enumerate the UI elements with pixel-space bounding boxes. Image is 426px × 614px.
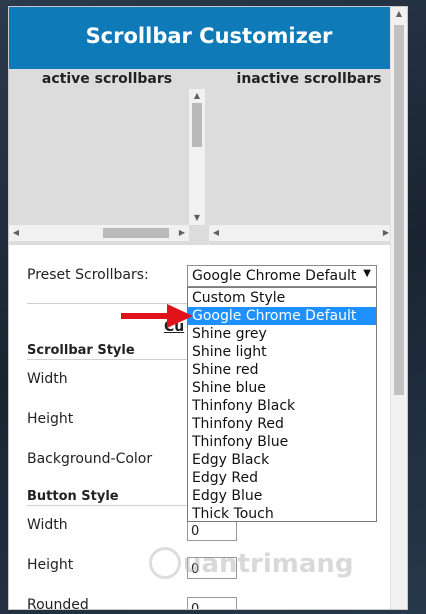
button-rounded-label: Rounded [27, 597, 89, 610]
scrollbar-bg-color-label: Background-Color [27, 451, 153, 467]
popup-vertical-scrollbar[interactable]: ▲ [390, 7, 407, 609]
divider [27, 359, 187, 360]
scroll-up-arrow-icon[interactable]: ▲ [189, 89, 205, 103]
horizontal-scroll-thumb[interactable] [103, 228, 169, 238]
divider [27, 505, 187, 506]
dropdown-option[interactable]: Edgy Blue [188, 487, 376, 505]
header-bar: Scrollbar Customizer [9, 7, 407, 69]
button-style-heading: Button Style [27, 489, 119, 504]
active-horizontal-scrollbar[interactable]: ◀ ▶ [9, 225, 189, 241]
dropdown-option[interactable]: Shine light [188, 343, 376, 361]
dropdown-option[interactable]: Shine red [188, 361, 376, 379]
scroll-left-arrow-icon[interactable]: ◀ [9, 225, 23, 241]
dropdown-option[interactable]: Edgy Black [188, 451, 376, 469]
button-width-label: Width [27, 517, 68, 533]
button-rounded-input[interactable]: 0 [187, 597, 237, 609]
red-pointer-arrow-icon [121, 304, 193, 328]
watermark-logo-icon [149, 547, 181, 579]
scroll-left-arrow-icon[interactable]: ◀ [209, 225, 223, 241]
dropdown-option[interactable]: Thick Touch [188, 505, 376, 523]
dropdown-option[interactable]: Shine grey [188, 325, 376, 343]
active-pane-title: active scrollbars [41, 71, 173, 87]
inactive-horizontal-scrollbar[interactable]: ◀ ▶ [209, 225, 393, 241]
preset-select[interactable]: Google Chrome Default ▼ [187, 265, 377, 287]
dropdown-option[interactable]: Shine blue [188, 379, 376, 397]
chevron-down-icon: ▼ [363, 268, 371, 279]
scroll-up-arrow-icon[interactable]: ▲ [391, 7, 407, 21]
inactive-pane-title: inactive scrollbars [236, 71, 382, 87]
vertical-scroll-thumb[interactable] [192, 103, 202, 147]
inactive-scrollbars-pane: inactive scrollbars ▲ ▼ ◀ ▶ [209, 69, 407, 245]
preset-select-value: Google Chrome Default [192, 268, 357, 284]
scrollbar-style-heading: Scrollbar Style [27, 343, 135, 358]
dropdown-option[interactable]: Thinfony Black [188, 397, 376, 415]
dropdown-option[interactable]: Custom Style [188, 289, 376, 307]
dropdown-option[interactable]: Edgy Red [188, 469, 376, 487]
watermark-text: uantrimang [183, 549, 354, 579]
preset-dropdown-list[interactable]: Custom Style Google Chrome Default Shine… [187, 287, 377, 522]
scrollbar-width-label: Width [27, 371, 68, 387]
dropdown-option-selected[interactable]: Google Chrome Default [188, 307, 376, 325]
scroll-corner [189, 225, 205, 241]
scroll-right-arrow-icon[interactable]: ▶ [175, 225, 189, 241]
active-vertical-scrollbar[interactable]: ▲ ▼ [189, 89, 205, 225]
button-height-label: Height [27, 557, 74, 573]
popup-scroll-thumb[interactable] [394, 25, 404, 395]
active-scrollbars-pane: active scrollbars ▲ ▼ ◀ ▶ [9, 69, 205, 245]
scrollbar-preview: active scrollbars ▲ ▼ ◀ ▶ inactive scrol… [9, 69, 407, 245]
dropdown-option[interactable]: Thinfony Blue [188, 433, 376, 451]
dropdown-option[interactable]: Thinfony Red [188, 415, 376, 433]
page-title: Scrollbar Customizer [85, 24, 333, 48]
scrollbar-height-label: Height [27, 411, 74, 427]
scroll-down-arrow-icon[interactable]: ▼ [189, 211, 205, 225]
preset-label: Preset Scrollbars: [27, 267, 149, 283]
watermark: uantrimang [149, 547, 354, 587]
extension-popup: Scrollbar Customizer active scrollbars ▲… [8, 6, 408, 610]
